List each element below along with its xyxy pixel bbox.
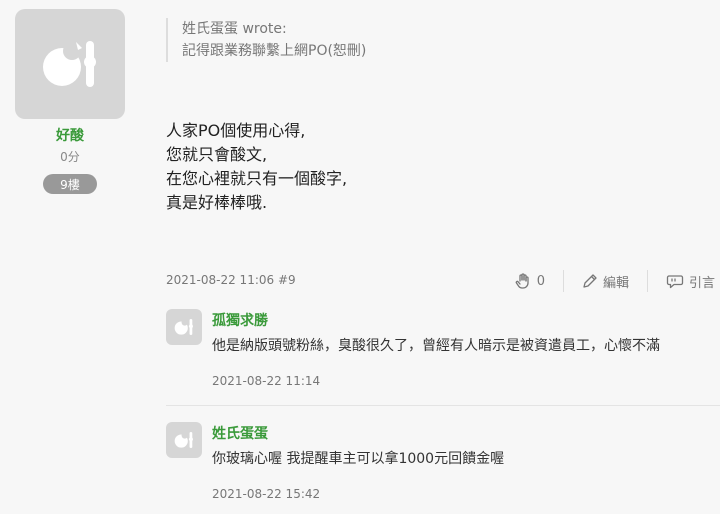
quote-text: 記得跟業務聯繫上網PO(恕刪) <box>182 43 367 59</box>
like-count: 0 <box>536 273 545 289</box>
action-divider <box>646 270 648 292</box>
clap-hand-icon <box>514 272 532 290</box>
comment-author[interactable]: 姓氏蛋蛋 <box>212 423 268 443</box>
floor-badge: 9樓 <box>43 174 97 194</box>
default-avatar-icon <box>174 318 194 336</box>
edit-button[interactable]: 編輯 <box>582 272 629 291</box>
edit-label: 編輯 <box>602 275 629 291</box>
author-name[interactable]: 好酸 <box>15 125 125 145</box>
post-meta: 2021-08-22 11:06 #9 <box>166 273 296 287</box>
comment-item: 孤獨求勝 他是納版頭號粉絲，臭酸很久了，曾經有人暗示是被資遣員工，心懷不滿 20… <box>166 309 716 399</box>
comment-text: 他是納版頭號粉絲，臭酸很久了，曾經有人暗示是被資遣員工，心懷不滿 <box>212 338 660 354</box>
quote-author: 姓氏蛋蛋 wrote: <box>182 21 287 37</box>
default-avatar-icon <box>174 431 194 449</box>
post-line: 人家PO個使用心得, <box>166 121 306 140</box>
comment-time: 2021-08-22 11:14 <box>212 374 321 388</box>
post-actions: 0 編輯 引言 <box>514 269 715 293</box>
comment-author[interactable]: 孤獨求勝 <box>212 310 268 330</box>
post-body: 人家PO個使用心得, 您就只會酸文, 在您心裡就只有一個酸字, 真是好棒棒哦. <box>166 119 347 215</box>
author-avatar[interactable] <box>15 9 125 119</box>
quote-label: 引言 <box>688 275 715 291</box>
pencil-icon <box>582 273 598 289</box>
quote-block: 姓氏蛋蛋 wrote: 記得跟業務聯繫上網PO(恕刪) <box>166 18 366 62</box>
comment-time: 2021-08-22 15:42 <box>212 487 321 501</box>
comment-divider <box>166 405 720 406</box>
comment-avatar[interactable] <box>166 422 202 458</box>
quote-bubble-icon <box>666 273 684 289</box>
post-line: 在您心裡就只有一個酸字, <box>166 169 348 188</box>
action-divider <box>562 270 564 292</box>
comment-text: 你玻璃心喔 我提醒車主可以拿1000元回饋金喔 <box>212 451 505 467</box>
comment-avatar[interactable] <box>166 309 202 345</box>
post-line: 真是好棒棒哦. <box>166 193 268 212</box>
like-button[interactable]: 0 <box>514 272 545 290</box>
author-score: 0分 <box>60 150 80 164</box>
quote-button[interactable]: 引言 <box>666 272 715 291</box>
post-line: 您就只會酸文, <box>166 145 268 164</box>
default-avatar-icon <box>42 38 98 90</box>
comment-item: 姓氏蛋蛋 你玻璃心喔 我提醒車主可以拿1000元回饋金喔 2021-08-22 … <box>166 422 716 512</box>
